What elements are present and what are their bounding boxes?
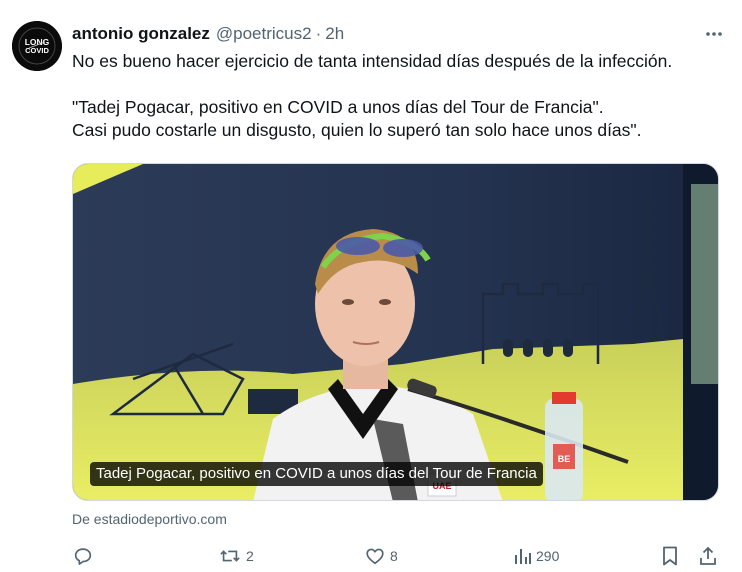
link-source[interactable]: De estadiodeportivo.com	[72, 511, 227, 527]
media-image: BE UAE	[73, 164, 718, 500]
share-icon	[700, 546, 716, 565]
retweet-button[interactable]: 2	[218, 540, 254, 572]
tweet-text-line: No es bueno hacer ejercicio de tanta int…	[72, 51, 673, 71]
tweet-text-line: "Tadej Pogacar, positivo en COVID a unos…	[72, 97, 604, 117]
avatar[interactable]: LONG COVID	[12, 21, 62, 71]
retweet-count: 2	[246, 548, 254, 564]
timestamp[interactable]: 2h	[325, 24, 344, 44]
more-button[interactable]	[700, 20, 728, 48]
like-button[interactable]: 8	[364, 540, 398, 572]
action-bar: 2 8 290	[72, 540, 726, 572]
more-icon	[706, 32, 722, 36]
tweet-text-line: Casi pudo costarle un disgusto, quien lo…	[72, 120, 642, 140]
views-button[interactable]: 290	[512, 540, 559, 572]
avatar-text-2: COVID	[25, 46, 49, 55]
bookmark-button[interactable]	[660, 540, 680, 572]
tweet-text: No es bueno hacer ejercicio de tanta int…	[72, 50, 722, 142]
author-handle[interactable]: @poetricus2	[216, 24, 312, 44]
retweet-icon	[220, 550, 240, 562]
share-button[interactable]	[698, 540, 718, 572]
media-card[interactable]: BE UAE Tadej Pogacar, positivo en COVID …	[72, 163, 719, 501]
views-icon	[515, 549, 531, 564]
author-name[interactable]: antonio gonzalez	[72, 24, 210, 44]
tweet-card[interactable]: LONG COVID antonio gonzalez @poetricus2 …	[0, 0, 742, 572]
like-icon	[366, 548, 384, 565]
like-count: 8	[390, 548, 398, 564]
bottle-label: BE	[558, 454, 571, 464]
reply-button[interactable]	[72, 540, 98, 572]
separator-dot: ·	[315, 24, 322, 43]
tweet-header: antonio gonzalez @poetricus2 · 2h	[72, 22, 728, 46]
reply-icon	[74, 548, 92, 565]
views-count: 290	[536, 548, 560, 564]
media-caption: Tadej Pogacar, positivo en COVID a unos …	[90, 462, 543, 486]
bookmark-icon	[663, 546, 677, 566]
